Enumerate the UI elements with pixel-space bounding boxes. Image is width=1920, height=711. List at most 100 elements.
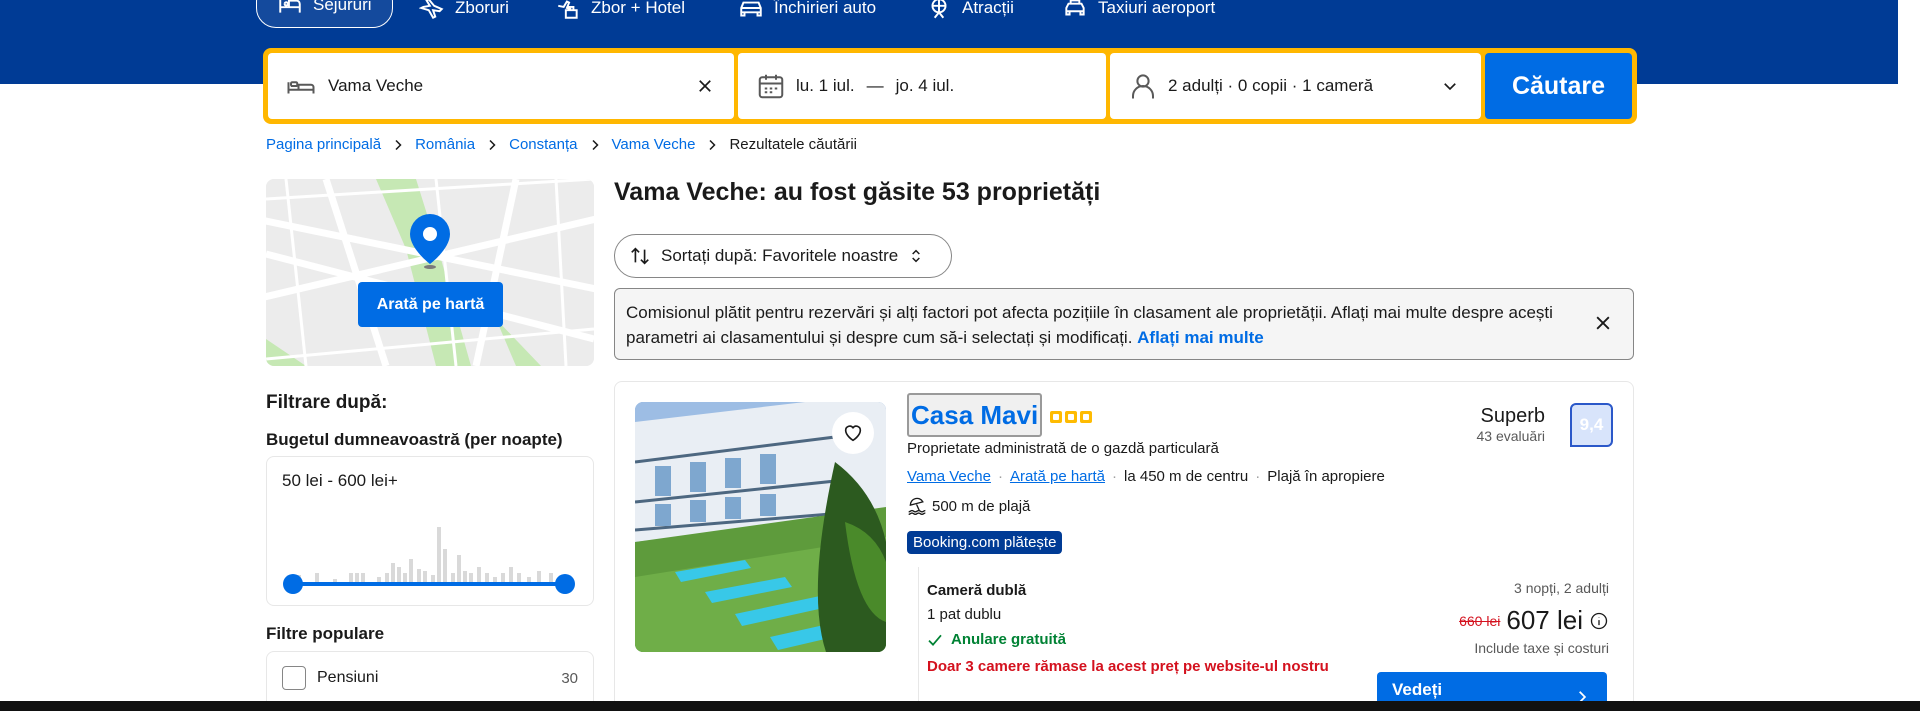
nav-tab-stays[interactable]: Sejururi <box>256 0 393 28</box>
map-preview[interactable]: Arată pe hartă <box>266 179 594 366</box>
breadcrumb-home[interactable]: Pagina principală <box>266 136 381 153</box>
property-photo[interactable] <box>635 402 886 652</box>
calendar-icon <box>758 74 784 99</box>
checkmark-icon <box>928 634 942 646</box>
room-divider <box>918 567 919 711</box>
filters-heading: Filtrare după: <box>266 392 388 413</box>
original-price: 660 lei <box>1459 612 1501 629</box>
chevron-right-icon <box>706 139 718 151</box>
info-icon[interactable] <box>1589 611 1609 631</box>
review-score-badge[interactable]: 9,4 <box>1570 403 1613 447</box>
sort-dropdown[interactable]: Sortați după: Favoritele noastre <box>614 234 952 278</box>
budget-range-label: 50 lei - 600 lei+ <box>282 471 398 490</box>
heart-icon <box>844 425 862 442</box>
beach-distance-text: 500 m de plajă <box>932 497 1031 515</box>
nav-tab-flight-hotel[interactable]: Zbor + Hotel <box>555 0 685 26</box>
budget-filter: 50 lei - 600 lei+ <box>266 456 594 606</box>
map-thumbnail <box>266 179 594 366</box>
plane-hotel-icon <box>558 0 578 19</box>
nav-tab-airport-taxi[interactable]: Taxiuri aeroport <box>1062 0 1215 26</box>
pensiuni-checkbox[interactable] <box>282 666 306 690</box>
search-button[interactable]: Căutare <box>1485 53 1632 119</box>
chevron-right-icon <box>392 139 404 151</box>
learn-more-link[interactable]: Aflați mai multe <box>1137 328 1264 347</box>
clear-icon[interactable] <box>696 77 714 95</box>
attractions-icon <box>931 0 947 19</box>
filter-option-count: 30 <box>561 670 578 687</box>
chevron-right-icon <box>486 139 498 151</box>
property-name-link[interactable]: Casa Mavi <box>907 393 1043 437</box>
destination-value: Vama Veche <box>328 76 424 95</box>
chevron-down-icon <box>1444 83 1456 91</box>
breadcrumb-city[interactable]: Vama Veche <box>612 136 696 153</box>
bed-icon <box>279 0 301 13</box>
check-in-date: lu. 1 iul. <box>796 76 855 95</box>
booking-results-page: Sejururi Zboruri Zbor + Hotel Închirieri… <box>0 0 1920 711</box>
page-gutter <box>1898 0 1920 711</box>
nav-tab-attractions[interactable]: Atracții <box>926 0 1014 26</box>
distance-text: la 450 m de centru <box>1124 468 1249 485</box>
property-location-line: Vama Veche · Arată pe hartă · la 450 m d… <box>907 468 1385 485</box>
breadcrumb: Pagina principală România Constanța Vama… <box>266 136 857 153</box>
date-range-field[interactable]: lu. 1 iul. — jo. 4 iul. <box>738 53 1106 119</box>
nav-tab-label: Închirieri auto <box>774 0 877 17</box>
cancellation-text: Anulare gratuită <box>951 631 1067 648</box>
occupancy-value: 2 adulți · 0 copii · 1 cameră <box>1168 76 1374 95</box>
close-icon[interactable] <box>1593 313 1613 333</box>
check-out-date: jo. 4 iul. <box>895 76 955 95</box>
nav-tab-label: Zbor + Hotel <box>591 0 686 17</box>
nav-tab-label: Taxiuri aeroport <box>1098 0 1216 17</box>
sort-icon <box>631 247 649 265</box>
nav-tab-label: Atracții <box>962 0 1014 17</box>
nav-tab-flights[interactable]: Zboruri <box>419 0 509 26</box>
review-count: 43 evaluări <box>1476 428 1546 444</box>
star-icon <box>1080 411 1092 423</box>
nav-tab-car-rental[interactable]: Închirieri auto <box>738 0 876 26</box>
see-button-label: Vedeți <box>1392 680 1443 699</box>
occupancy-field[interactable]: 2 adulți · 0 copii · 1 cameră <box>1110 53 1481 119</box>
location-link[interactable]: Vama Veche <box>907 468 991 485</box>
breadcrumb-current: Rezultatele căutării <box>729 136 858 153</box>
star-rating <box>1050 411 1092 423</box>
beach-distance-line: 500 m de plajă <box>907 496 1030 516</box>
results-title: Vama Veche: au fost găsite 53 proprietăț… <box>614 178 1101 206</box>
chevron-right-icon <box>589 139 601 151</box>
bed-icon <box>287 81 315 94</box>
filter-option-label: Pensiuni <box>317 669 379 686</box>
current-price: 607 lei <box>1506 605 1583 635</box>
show-on-map-link[interactable]: Arată pe hartă <box>1010 468 1105 485</box>
host-description: Proprietate administrată de o gazdă part… <box>907 440 1219 457</box>
nav-tab-label: Zboruri <box>455 0 509 17</box>
taxi-icon <box>1065 0 1085 16</box>
chevron-up-down-icon <box>912 249 921 263</box>
booking-pays-badge: Booking.com plătește <box>907 531 1063 554</box>
separator-dot: · <box>997 468 1003 485</box>
sort-label: Sortați după: Favoritele noastre <box>661 246 899 265</box>
stay-info: 3 nopți, 2 adulți <box>1514 580 1609 596</box>
car-icon <box>740 1 762 17</box>
budget-heading: Bugetul dumneavoastră (per noapte) <box>266 430 563 449</box>
room-type: Cameră dublă <box>927 582 1027 599</box>
free-cancellation: Anulare gratuită <box>927 631 1066 648</box>
person-icon <box>1132 74 1154 99</box>
score-word: Superb <box>1480 405 1546 427</box>
bottom-edge <box>0 701 1920 711</box>
destination-field[interactable]: Vama Veche <box>268 53 734 119</box>
favorite-button[interactable] <box>832 412 874 454</box>
date-separator: — <box>866 76 884 95</box>
price-row: 660 lei 607 lei <box>1459 605 1609 636</box>
notice-text: Comisionul plătit pentru rezervări și al… <box>626 303 1553 347</box>
breadcrumb-country[interactable]: România <box>415 136 475 153</box>
search-bar: Vama Veche lu. 1 iul. — jo. 4 iul. 2 adu… <box>263 48 1637 124</box>
breadcrumb-region[interactable]: Constanța <box>509 136 577 153</box>
bed-info: 1 pat dublu <box>927 606 1002 623</box>
beach-note: Plajă în apropiere <box>1267 468 1385 485</box>
show-map-button[interactable]: Arată pe hartă <box>358 282 503 327</box>
ranking-notice: Comisionul plătit pentru rezervări și al… <box>614 288 1634 360</box>
taxes-note: Include taxe și costuri <box>1474 640 1609 656</box>
separator-dot: · <box>1255 468 1261 485</box>
review-summary[interactable]: Superb 43 evaluări <box>1477 405 1546 444</box>
separator-dot: · <box>1112 468 1118 485</box>
star-icon <box>1065 411 1077 423</box>
popular-filters-heading: Filtre populare <box>266 624 385 643</box>
